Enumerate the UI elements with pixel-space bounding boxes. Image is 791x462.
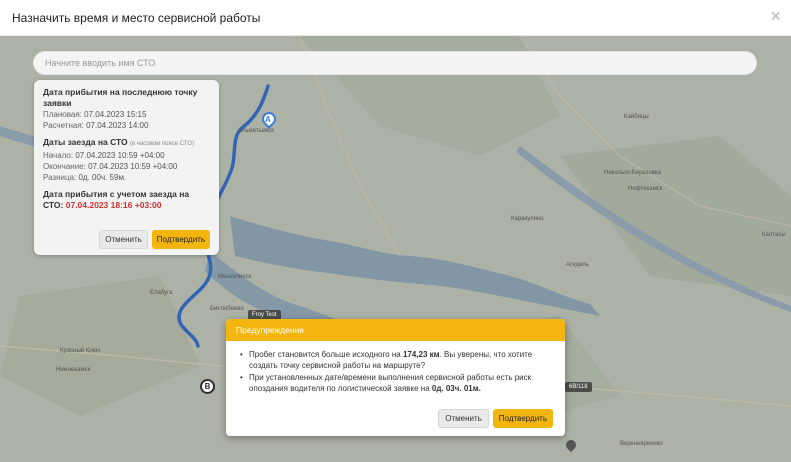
arrival-heading: Дата прибытия на последнюю точку заявки [43,87,198,108]
arrival-with-sto: Дата прибытия с учетом заезда на СТО: 07… [43,189,190,210]
warning-item: Пробег становится больше исходного на 17… [240,349,553,371]
map-label: Красный Ключ [60,348,101,354]
warning-title: Предупреждение [226,319,565,341]
start-row: Начало: 07.04.2023 10:59 +04:00 [43,151,165,160]
end-row: Окончание: 07.04.2023 10:59 +04:00 [43,162,178,171]
route-info-card: Дата прибытия на последнюю точку заявки … [34,80,219,255]
card-confirm-button[interactable]: Подтвердить [151,230,210,249]
dialog-cancel-button[interactable]: Отменить [438,409,489,428]
map-point-tag[interactable]: 6B/118 [565,382,592,392]
map-label: Елабуга [150,290,173,296]
warning-dialog: Предупреждение Пробег становится больше … [226,319,565,436]
search-input[interactable] [34,52,756,74]
map-label: Мензелинск [218,274,252,280]
warning-item: При установленных дате/времени выполнени… [240,372,553,394]
dialog-header: Назначить время и место сервисной работы… [0,0,791,36]
map-label: Нефтекамск [628,186,663,192]
map-label: Верхнеяркеево [620,441,663,447]
page-title: Назначить время и место сервисной работы [12,11,261,25]
route-end-marker[interactable]: B [200,379,215,394]
estimated-row: Расчетная: 07.04.2023 14:00 [43,121,149,130]
map-label: Нижнекамск [56,367,91,373]
map-label: Калтасы [762,232,786,238]
map-label: Агидель [566,262,589,268]
planned-row: Плановая: 07.04.2023 15:15 [43,110,147,119]
search-field[interactable] [33,51,757,75]
diff-row: Разница: 0д. 00ч. 59м. [43,173,127,182]
card-cancel-button[interactable]: Отменить [99,230,148,249]
warning-list: Пробег становится больше исходного на 17… [226,341,565,394]
map-label: Каракулино [511,216,544,222]
map-label: Никольск-Березовка [604,170,661,176]
close-icon[interactable]: × [770,7,781,25]
map-label: Биктюбеево [210,306,244,312]
map-label: Кайбицы [624,114,649,120]
sto-heading: Даты заезда на СТО (в часовом поясе СТО) [43,137,194,147]
dialog-confirm-button[interactable]: Подтвердить [492,409,553,428]
